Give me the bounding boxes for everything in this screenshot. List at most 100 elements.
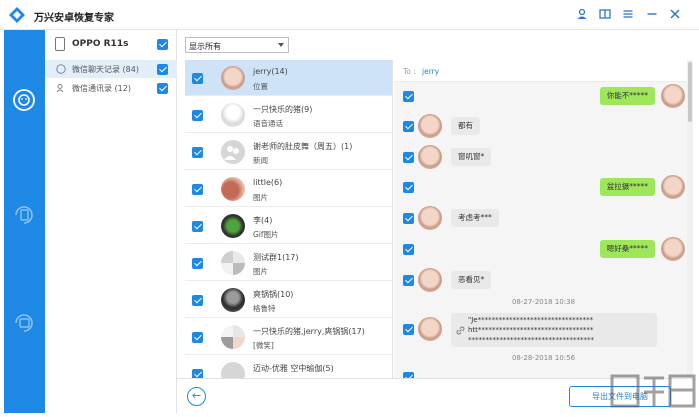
- avatar: [221, 251, 245, 275]
- message-bubble: 恶看见*: [451, 271, 492, 289]
- contact-checkbox[interactable]: [192, 110, 203, 121]
- group-avatar-icon: [221, 140, 245, 164]
- avatar: [221, 325, 245, 349]
- group-avatar-icon: [221, 362, 245, 378]
- contact-name: 一只快乐的猪(9): [253, 105, 313, 114]
- device-name: OPPO R11s: [72, 39, 129, 49]
- message-bubble: 你能不*****: [599, 87, 655, 105]
- avatar: [418, 145, 442, 169]
- contact-checkbox[interactable]: [192, 73, 203, 84]
- contact-last-message: 图片: [253, 267, 268, 276]
- timestamp: 08-28-2018 10:56: [511, 354, 576, 362]
- message-checkbox[interactable]: [403, 182, 414, 193]
- chat-header: To : jerry: [394, 60, 693, 82]
- category-wechat-contacts[interactable]: 微信通讯录 (12): [45, 79, 177, 97]
- contact-checkbox[interactable]: [192, 147, 203, 158]
- message-checkbox[interactable]: [403, 121, 414, 132]
- contact-last-message: 格鲁特: [253, 304, 276, 313]
- contact-checkbox[interactable]: [192, 295, 203, 306]
- message-checkbox[interactable]: [403, 324, 414, 335]
- contact-name: 李(4): [253, 216, 273, 225]
- message-checkbox[interactable]: [403, 213, 414, 224]
- chat-icon: [56, 64, 66, 74]
- to-name: jerry: [422, 67, 440, 76]
- contact-checkbox[interactable]: [192, 258, 203, 269]
- backup-icon[interactable]: [12, 311, 36, 335]
- app-title: 万兴安卓恢复专家: [34, 13, 114, 24]
- close-icon[interactable]: [668, 8, 682, 22]
- contact-name: 爽锅锅(10): [253, 290, 294, 299]
- message-bubble: 窗叽窗*: [451, 148, 492, 166]
- message-bubble: 考虑考***: [451, 209, 499, 227]
- link-text: "Je*********************************: [468, 316, 594, 324]
- contact-last-message: [微笑]: [253, 341, 274, 350]
- menu-icon[interactable]: [621, 8, 635, 22]
- chat-scrollbar[interactable]: [687, 60, 693, 378]
- avatar: [418, 206, 442, 230]
- avatar: [221, 288, 245, 312]
- app-logo-icon: [9, 7, 25, 23]
- category-checkbox[interactable]: [157, 64, 168, 75]
- data-recovery-icon[interactable]: [12, 203, 36, 227]
- message-bubble: 都有: [451, 117, 480, 135]
- message-bubble: 嗯好桑*****: [599, 240, 655, 258]
- avatar: [221, 103, 245, 127]
- contact-last-message: Gif图片: [253, 230, 279, 239]
- link-text: ************************************: [468, 336, 594, 344]
- contact-row[interactable]: 李(4) Gif图片: [185, 208, 392, 244]
- category-label: 微信通讯录 (12): [72, 84, 131, 93]
- contact-row[interactable]: 一只快乐的猪,jerry,爽锅锅(17) [微笑]: [185, 319, 392, 355]
- contact-name: 迈动-优雅 空中瑜伽(5): [253, 364, 334, 373]
- avatar: [418, 268, 442, 292]
- contact-row[interactable]: little(6) 图片: [185, 171, 392, 207]
- contact-last-message: 位置: [253, 82, 268, 91]
- contacts-icon: [56, 84, 64, 93]
- avatar: [661, 237, 685, 261]
- avatar: [661, 175, 685, 199]
- message-checkbox[interactable]: [403, 244, 414, 255]
- message-checkbox[interactable]: [403, 152, 414, 163]
- contact-name: 谢老师的肚皮舞（周五）(1): [253, 142, 353, 151]
- phone-icon: [55, 37, 65, 51]
- timestamp: 08-27-2018 10:38: [511, 298, 576, 306]
- chevron-down-icon: [278, 43, 284, 47]
- site-watermark-icon: [610, 374, 696, 408]
- category-wechat-chat[interactable]: 微信聊天记录 (84): [45, 60, 177, 78]
- avatar: [221, 214, 245, 238]
- contact-row[interactable]: jerry(14) 位置: [185, 60, 392, 96]
- left-rail: [4, 30, 45, 413]
- contact-name: jerry(14): [253, 67, 288, 76]
- contact-row[interactable]: 爽锅锅(10) 格鲁特: [185, 282, 392, 318]
- contact-name: 一只快乐的猪,jerry,爽锅锅(17): [253, 327, 365, 336]
- message-checkbox[interactable]: [403, 275, 414, 286]
- message-bubble: 盆拉摄*****: [599, 178, 655, 196]
- filter-select[interactable]: 显示所有: [185, 37, 289, 53]
- chat-recovery-icon[interactable]: [12, 88, 36, 112]
- avatar: [221, 177, 245, 201]
- book-icon[interactable]: [598, 8, 612, 22]
- contact-checkbox[interactable]: [192, 332, 203, 343]
- contact-row[interactable]: 迈动-优雅 空中瑜伽(5): [185, 356, 392, 378]
- account-icon[interactable]: [575, 8, 589, 22]
- contact-row[interactable]: 一只快乐的猪(9) 语音通话: [185, 97, 392, 133]
- avatar: [418, 317, 442, 341]
- minimize-icon[interactable]: [645, 8, 659, 22]
- back-arrow-icon[interactable]: ←: [187, 387, 206, 406]
- contact-checkbox[interactable]: [192, 221, 203, 232]
- scrollbar-thumb[interactable]: [688, 62, 692, 122]
- contact-row[interactable]: 测试群1(17) 图片: [185, 245, 392, 281]
- contact-checkbox[interactable]: [192, 184, 203, 195]
- title-bar: 万兴安卓恢复专家: [0, 0, 699, 30]
- avatar: [418, 114, 442, 138]
- chat-pane: To : jerry 你能不***** 都有 窗叽窗* 盆拉摄***** 考虑考…: [394, 60, 693, 378]
- message-checkbox[interactable]: [403, 91, 414, 102]
- contact-row[interactable]: 谢老师的肚皮舞（周五）(1) 新闻: [185, 134, 392, 170]
- category-checkbox[interactable]: [157, 83, 168, 94]
- contact-checkbox[interactable]: [192, 369, 203, 378]
- device-row[interactable]: OPPO R11s: [45, 30, 177, 58]
- link-message-bubble[interactable]: "Je********************************* htt…: [451, 313, 657, 347]
- to-label: To :: [403, 67, 416, 76]
- device-checkbox[interactable]: [157, 39, 168, 50]
- contact-last-message: 图片: [253, 193, 268, 202]
- category-label: 微信聊天记录 (84): [72, 65, 139, 74]
